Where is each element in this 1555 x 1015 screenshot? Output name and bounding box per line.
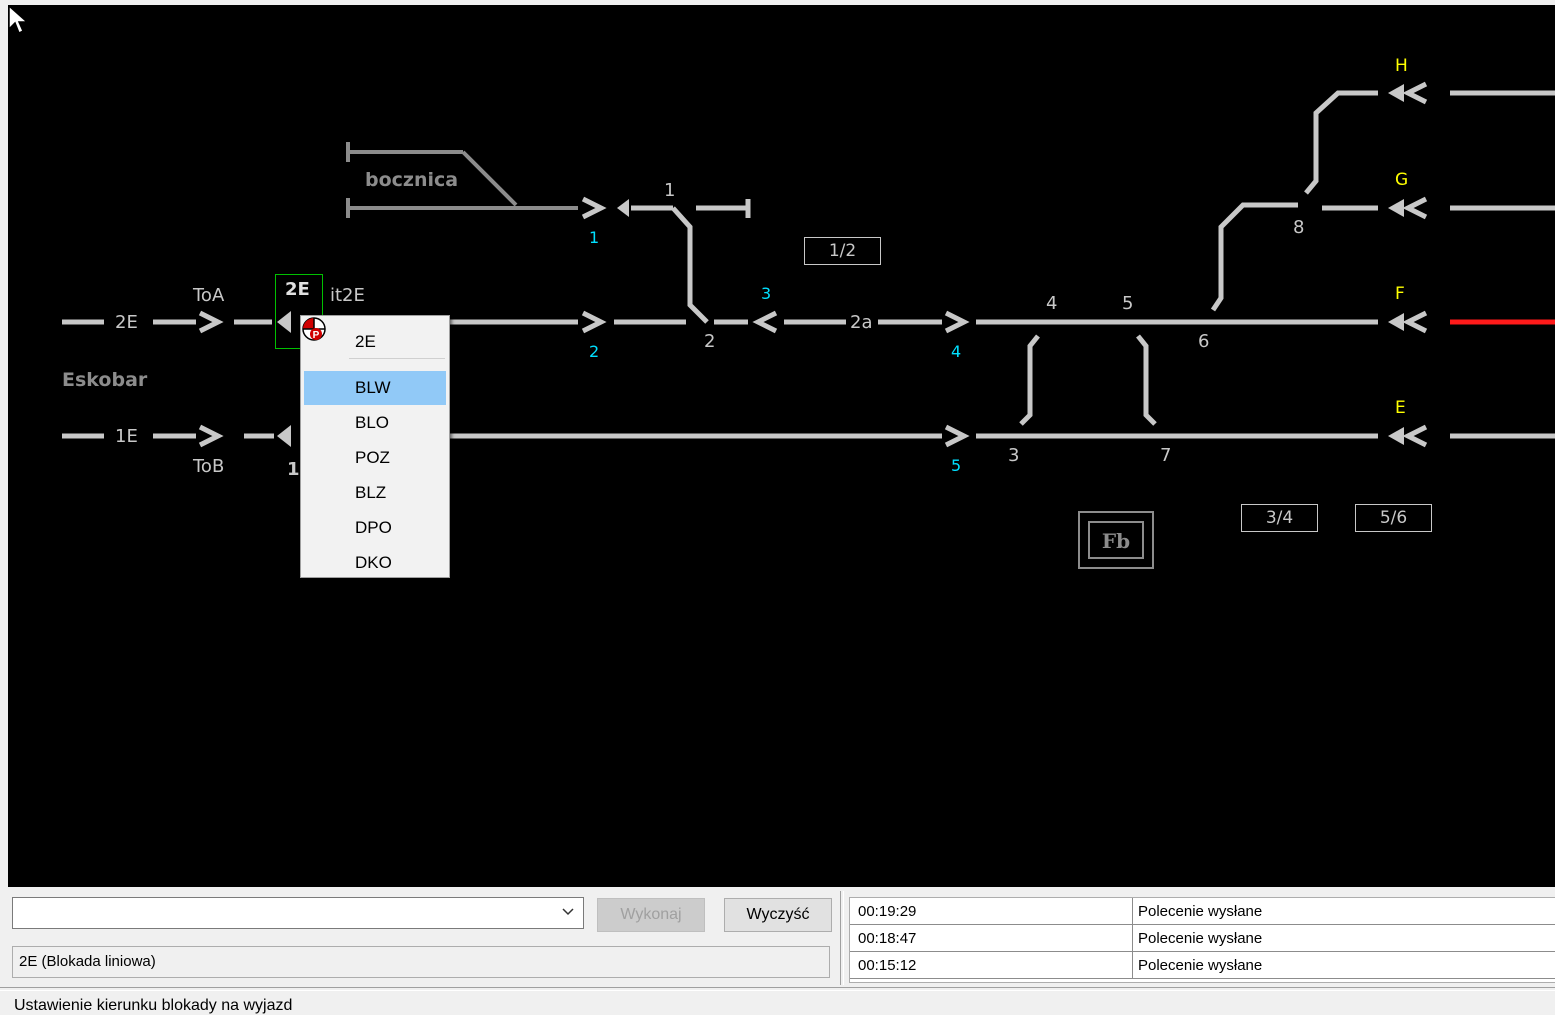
context-menu-header: 2E [355, 332, 376, 351]
turnout [1210, 202, 1298, 312]
element-info-field: 2E (Blokada liniowa) [12, 946, 830, 978]
switch-label-6[interactable]: 6 [1198, 333, 1209, 351]
section-box-3-4[interactable]: 3/4 [1241, 504, 1318, 532]
siding-label: bocznica [365, 169, 459, 191]
station-name: Eskobar [62, 369, 148, 391]
signal-triangle [1388, 199, 1404, 217]
log-row[interactable]: 00:15:12 Polecenie wysłane [850, 952, 1555, 979]
section-box-5-6[interactable]: 5/6 [1355, 504, 1432, 532]
command-panel: Wykonaj Wyczyść 2E (Blokada liniowa) 00:… [0, 887, 1555, 1014]
signal-arrow [1402, 81, 1428, 105]
log-message: Polecenie wysłane [1138, 903, 1263, 920]
column-divider [1132, 952, 1133, 978]
switch-label-3[interactable]: 3 [1008, 447, 1019, 465]
log-time: 00:15:12 [858, 957, 917, 974]
log-time: 00:18:47 [858, 930, 917, 947]
log-row[interactable]: 00:19:29 Polecenie wysłane [850, 898, 1555, 925]
status-separator [0, 987, 1555, 991]
exit-label-f[interactable]: F [1395, 286, 1405, 303]
column-divider [1132, 898, 1133, 924]
menu-item-poz[interactable]: POZ [304, 441, 446, 475]
exit-label-e[interactable]: E [1395, 400, 1406, 417]
siding-track [461, 150, 518, 207]
menu-separator [349, 358, 445, 359]
block-label-tob[interactable]: ToB [193, 458, 224, 476]
context-menu[interactable]: P 2E BLW BLO POZ BLZ DPO DKO [300, 315, 450, 578]
menu-item-dpo[interactable]: DPO [304, 511, 446, 545]
command-log[interactable]: 00:19:29 Polecenie wysłane 00:18:47 Pole… [849, 897, 1555, 983]
signal-arrow [1402, 310, 1428, 334]
fb-label: Fb [1088, 521, 1144, 559]
it2e-label[interactable]: it2E [330, 287, 365, 305]
log-time: 00:19:29 [858, 903, 917, 920]
crossover [1136, 334, 1157, 426]
signal-triangle [617, 199, 629, 217]
menu-item-dko[interactable]: DKO [304, 546, 446, 580]
mouse-cursor-icon [8, 5, 29, 35]
column-divider [1132, 925, 1133, 951]
signal-triangle [1388, 313, 1404, 331]
signal-arrow [944, 310, 970, 334]
signal-number-5[interactable]: 5 [951, 458, 961, 474]
signal-number-2[interactable]: 2 [589, 344, 599, 360]
signal-arrow [752, 310, 778, 334]
track-label-2e[interactable]: 2E [115, 314, 138, 332]
track-label-1e[interactable]: 1E [115, 428, 138, 446]
chevron-down-icon[interactable] [561, 904, 575, 918]
crossover [1019, 334, 1040, 426]
menu-item-blz[interactable]: BLZ [304, 476, 446, 510]
signal-1e-number: 1 [287, 459, 300, 480]
log-message: Polecenie wysłane [1138, 930, 1263, 947]
signal-arrow [1402, 196, 1428, 220]
switch-label-7[interactable]: 7 [1160, 447, 1171, 465]
log-row[interactable]: 00:18:47 Polecenie wysłane [850, 925, 1555, 952]
signal-triangle [277, 425, 291, 447]
log-message: Polecenie wysłane [1138, 957, 1263, 974]
exit-label-h[interactable]: H [1395, 58, 1408, 75]
signal-arrow [581, 310, 607, 334]
switch-label-8[interactable]: 8 [1293, 219, 1304, 237]
signal-arrow [581, 196, 607, 220]
turnout [671, 206, 709, 324]
section-box-1-2[interactable]: 1/2 [804, 237, 881, 265]
track-diagram [62, 81, 1555, 448]
command-select[interactable] [12, 897, 584, 929]
track-label-2a[interactable]: 2a [850, 314, 872, 332]
signal-arrow [198, 424, 224, 448]
fb-button[interactable]: Fb [1078, 511, 1154, 569]
turnout [1304, 90, 1378, 195]
track-label-2[interactable]: 2 [704, 333, 715, 351]
exit-label-g[interactable]: G [1395, 172, 1408, 189]
menu-item-blo[interactable]: BLO [304, 406, 446, 440]
menu-item-blw[interactable]: BLW [304, 371, 446, 405]
track-label-1[interactable]: 1 [664, 182, 675, 200]
signal-arrow [944, 424, 970, 448]
signal-number-1[interactable]: 1 [589, 230, 599, 246]
switch-label-5[interactable]: 5 [1122, 295, 1133, 313]
execute-button[interactable]: Wykonaj [597, 898, 705, 932]
switch-label-4[interactable]: 4 [1046, 295, 1057, 313]
station-scheme-canvas[interactable]: bocznica Eskobar 2E 1E ToA ToB 2E it2E 1… [8, 5, 1555, 887]
signal-triangle [1388, 84, 1404, 102]
signal-triangle [1388, 427, 1404, 445]
panel-splitter[interactable] [840, 891, 844, 985]
status-bar-text: Ustawienie kierunku blokady na wyjazd [14, 997, 293, 1014]
signal-arrow [198, 310, 224, 334]
signal-arrow [1402, 424, 1428, 448]
signal-number-4[interactable]: 4 [951, 344, 961, 360]
signal-number-3[interactable]: 3 [761, 286, 771, 302]
block-label-toa[interactable]: ToA [193, 287, 224, 305]
clear-button[interactable]: Wyczyść [724, 898, 832, 932]
